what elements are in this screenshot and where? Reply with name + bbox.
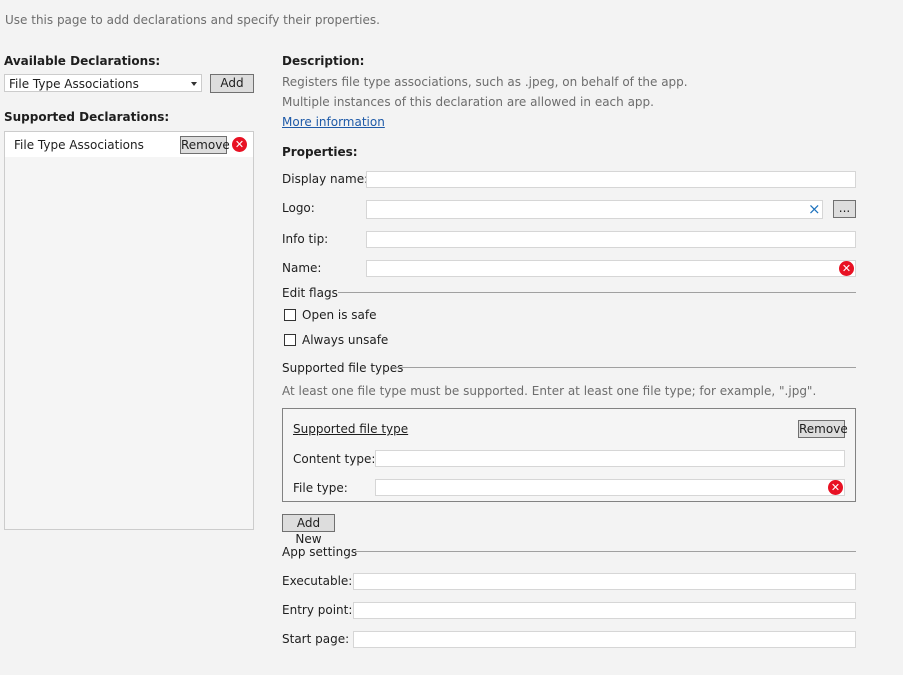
info-tip-field[interactable]	[366, 231, 856, 248]
remove-declaration-button[interactable]: Remove	[180, 136, 230, 154]
name-label: Name:	[282, 261, 322, 275]
file-type-label: File type:	[293, 481, 348, 495]
error-icon: ✕	[232, 137, 247, 152]
edit-flags-heading: Edit flags	[282, 286, 338, 300]
available-declarations-dropdown[interactable]: File Type Associations	[4, 74, 202, 92]
available-declarations-heading: Available Declarations:	[4, 54, 161, 68]
start-page-field[interactable]	[353, 631, 856, 648]
display-name-field[interactable]	[366, 171, 856, 188]
clear-icon[interactable]: ×	[808, 200, 821, 218]
logo-field[interactable]	[366, 200, 823, 219]
divider	[355, 551, 856, 552]
executable-field[interactable]	[353, 573, 856, 590]
supported-declarations-list[interactable]	[4, 131, 254, 530]
properties-heading: Properties:	[282, 145, 358, 159]
add-new-file-type-button[interactable]: Add New	[282, 514, 335, 546]
more-information-link[interactable]: More information	[282, 115, 385, 129]
always-unsafe-label: Always unsafe	[302, 333, 389, 347]
start-page-label: Start page:	[282, 632, 350, 646]
supported-file-type-title: Supported file type	[293, 422, 409, 436]
executable-label: Executable:	[282, 574, 353, 588]
entry-point-label: Entry point:	[282, 603, 353, 617]
file-types-hint: At least one file type must be supported…	[282, 384, 817, 398]
name-field[interactable]	[366, 260, 856, 277]
error-icon: ✕	[828, 480, 843, 495]
content-type-field[interactable]	[375, 450, 845, 467]
divider	[338, 292, 856, 293]
supported-file-types-heading: Supported file types	[282, 361, 404, 375]
info-tip-label: Info tip:	[282, 232, 329, 246]
logo-label: Logo:	[282, 201, 315, 215]
display-name-label: Display name:	[282, 172, 369, 186]
remove-file-type-button[interactable]: Remove	[798, 420, 848, 438]
open-is-safe-checkbox[interactable]	[284, 309, 296, 321]
open-is-safe-label: Open is safe	[302, 308, 377, 322]
supported-declarations-heading: Supported Declarations:	[4, 110, 170, 124]
description-line-1: Registers file type associations, such a…	[282, 75, 688, 89]
description-heading: Description:	[282, 54, 365, 68]
divider	[393, 367, 856, 368]
browse-logo-button[interactable]: ...	[833, 200, 856, 218]
error-icon: ✕	[839, 261, 854, 276]
chevron-down-icon	[191, 82, 197, 86]
add-declaration-button[interactable]: Add	[210, 74, 254, 93]
page-intro: Use this page to add declarations and sp…	[5, 13, 380, 27]
content-type-label: Content type:	[293, 452, 376, 466]
description-line-2: Multiple instances of this declaration a…	[282, 95, 654, 109]
app-settings-heading: App settings	[282, 545, 358, 559]
always-unsafe-checkbox[interactable]	[284, 334, 296, 346]
entry-point-field[interactable]	[353, 602, 856, 619]
list-item-label: File Type Associations	[14, 138, 144, 152]
dropdown-value: File Type Associations	[9, 77, 139, 91]
file-type-field[interactable]	[375, 479, 845, 496]
